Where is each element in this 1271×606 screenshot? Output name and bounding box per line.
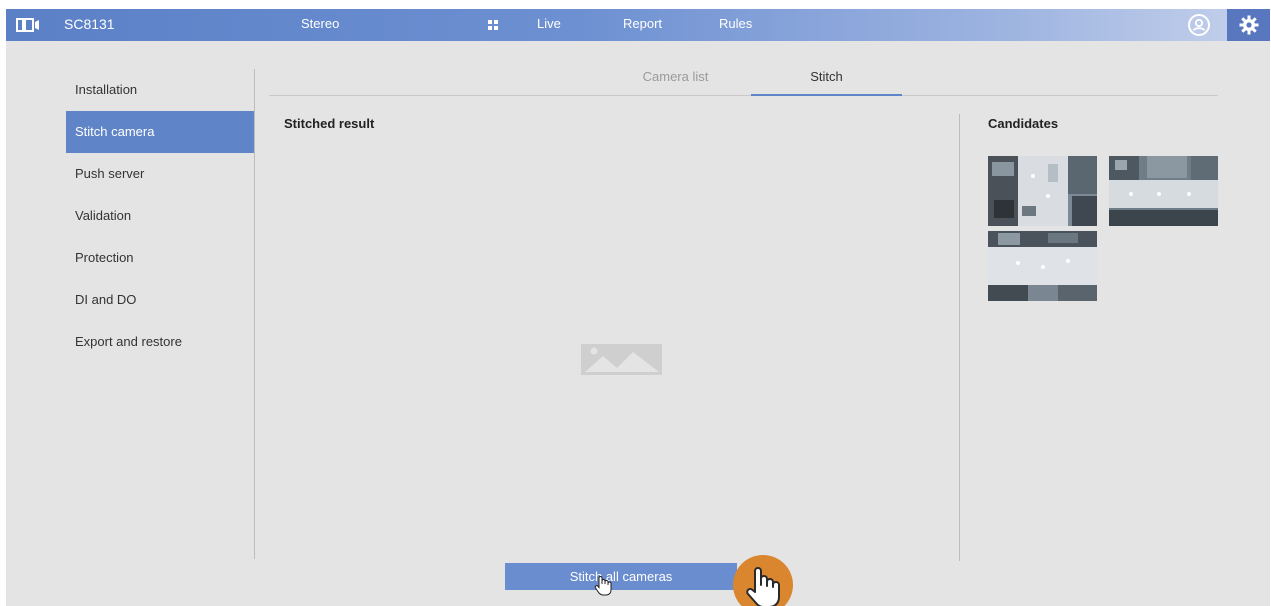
camera-logo-icon (16, 18, 39, 32)
sidebar-divider (254, 69, 255, 559)
nav-stereo[interactable]: Stereo (301, 16, 339, 31)
sidebar-item-stitch-camera[interactable]: Stitch camera (66, 111, 254, 153)
tab-stitch[interactable]: Stitch (751, 69, 902, 84)
sidebar-item-push-server[interactable]: Push server (66, 153, 254, 195)
stitch-all-cameras-button[interactable]: Stitch all cameras (505, 563, 737, 590)
tab-camera-list[interactable]: Camera list (600, 69, 751, 84)
settings-button[interactable] (1227, 9, 1270, 41)
nav-rules[interactable]: Rules (719, 16, 752, 31)
hand-cursor-icon (594, 576, 612, 596)
candidate-camera-3[interactable] (988, 231, 1097, 301)
user-icon[interactable] (1187, 13, 1211, 37)
sidebar: Installation Stitch camera Push server V… (66, 69, 254, 363)
app-window: SC8131 Stereo Live Report Rules Installa… (6, 9, 1270, 606)
candidates-divider (959, 114, 960, 561)
candidate-camera-2[interactable] (1109, 156, 1218, 226)
nav-report[interactable]: Report (623, 16, 662, 31)
tap-indicator (733, 555, 793, 606)
tabs-divider (269, 95, 1218, 96)
nav-live[interactable]: Live (537, 16, 561, 31)
candidate-camera-1[interactable] (988, 156, 1097, 226)
tap-hand-icon (746, 567, 780, 606)
grid-icon[interactable] (487, 19, 499, 31)
stitched-result-title: Stitched result (284, 116, 375, 131)
sidebar-item-validation[interactable]: Validation (66, 195, 254, 237)
active-tab-indicator (751, 94, 902, 96)
sidebar-item-protection[interactable]: Protection (66, 237, 254, 279)
sidebar-item-export-and-restore[interactable]: Export and restore (66, 321, 254, 363)
top-bar: SC8131 Stereo Live Report Rules (6, 9, 1270, 41)
image-placeholder-icon (581, 344, 662, 375)
sidebar-item-installation[interactable]: Installation (66, 69, 254, 111)
sidebar-item-di-and-do[interactable]: DI and DO (66, 279, 254, 321)
device-model: SC8131 (64, 16, 115, 32)
gear-icon (1239, 15, 1259, 35)
candidates-title: Candidates (988, 116, 1059, 131)
